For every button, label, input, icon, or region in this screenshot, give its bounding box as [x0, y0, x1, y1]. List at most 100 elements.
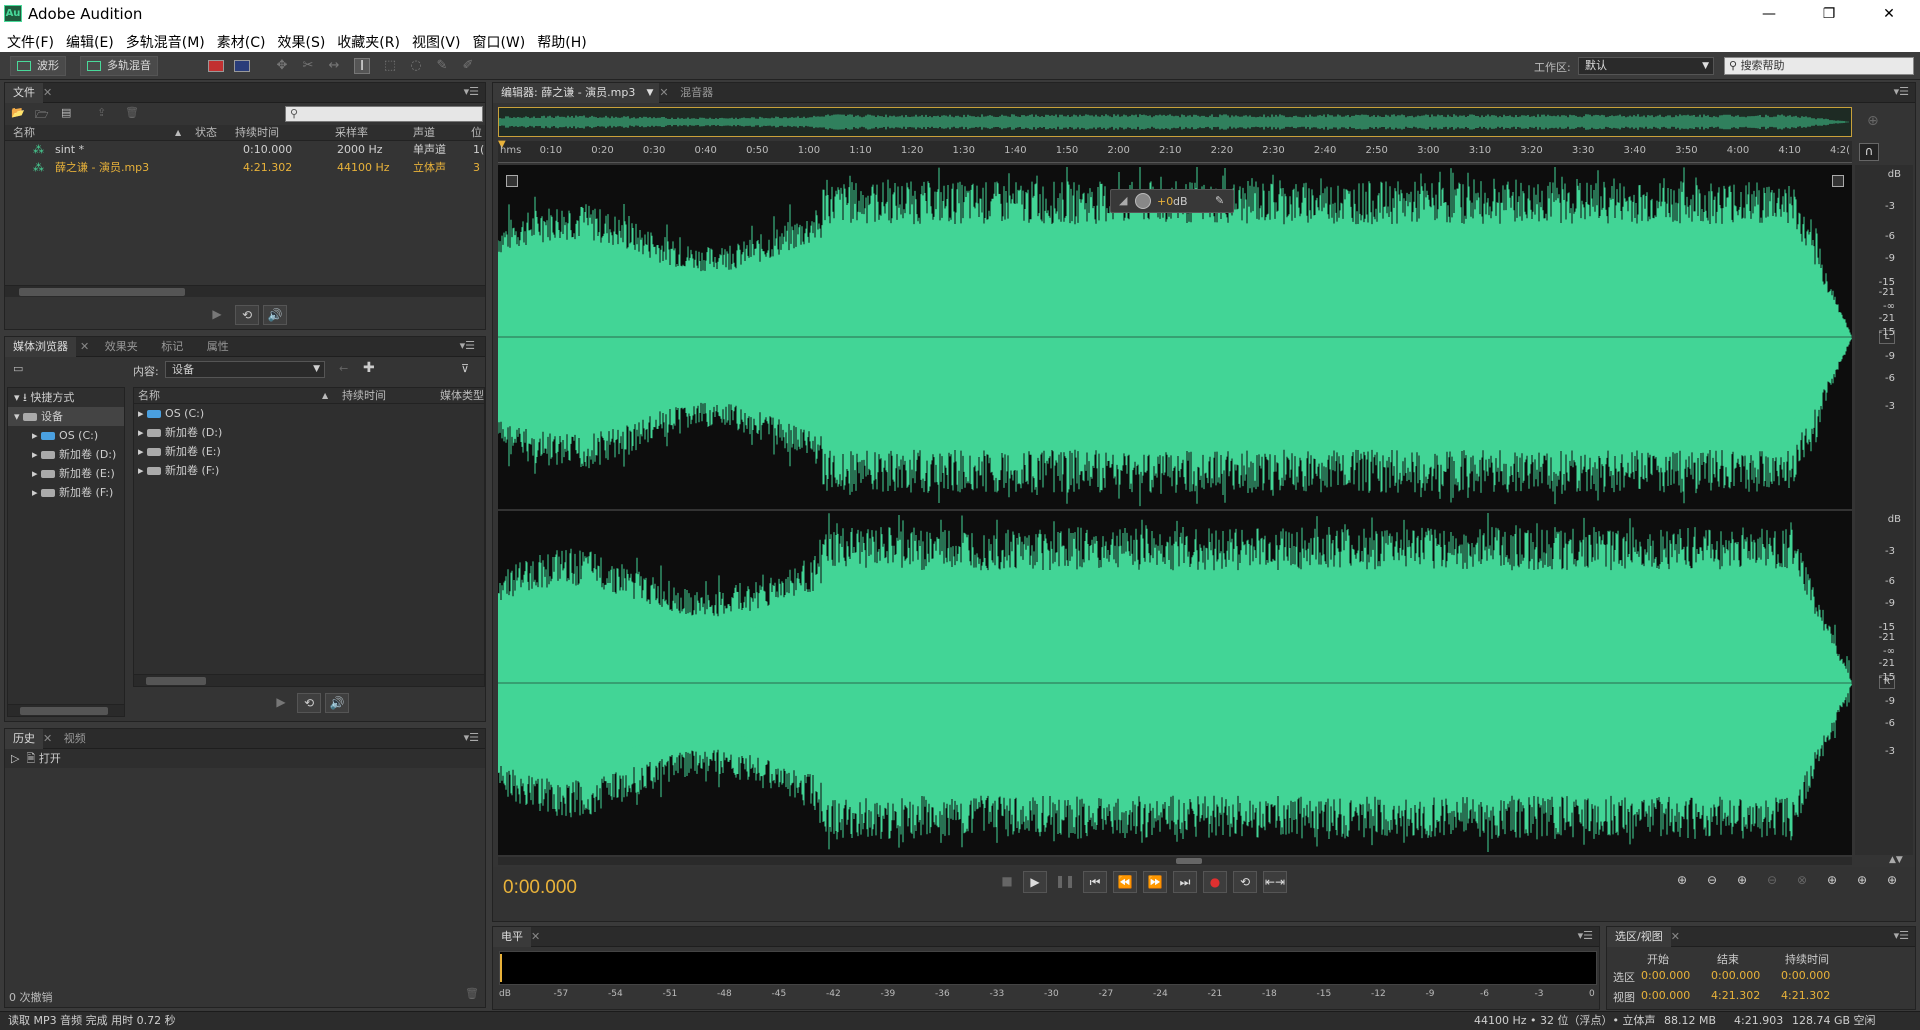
tab-selection-view[interactable]: 选区/视图	[1607, 927, 1671, 947]
menu-favorites[interactable]: 收藏夹(R)	[330, 28, 405, 52]
time-selection-tool-icon[interactable]: I	[354, 58, 370, 74]
import-file-icon[interactable]: 🗁	[35, 106, 49, 125]
minimize-button[interactable]: —	[1746, 0, 1792, 28]
tab-history[interactable]: 历史	[5, 729, 43, 749]
file-row[interactable]: ⁂ 薛之谦 - 演员.mp3 4:21.302 44100 Hz 立体声 3	[5, 159, 485, 177]
hud-gain[interactable]: ◢ +0 dB ✎	[1110, 189, 1234, 213]
menu-file[interactable]: 文件(F)	[0, 28, 59, 52]
stop-icon[interactable]: ■	[995, 871, 1019, 893]
selection-duration[interactable]: 0:00.000	[1781, 969, 1830, 982]
media-scrollbar[interactable]	[134, 674, 484, 686]
auto-play-icon[interactable]: 🔊	[325, 693, 349, 713]
vertical-zoom-icon[interactable]: ▲▼	[1889, 855, 1903, 865]
insert-icon[interactable]: ⇪	[97, 106, 106, 119]
razor-tool-icon[interactable]: ✂	[300, 58, 316, 74]
menu-multitrack[interactable]: 多轨混音(M)	[119, 28, 210, 52]
panel-menu-icon[interactable]: ▾☰	[1894, 929, 1909, 942]
col-duration[interactable]: 持续时间	[235, 125, 279, 141]
col-sample-rate[interactable]: 采样率	[335, 125, 368, 141]
tab-mixer[interactable]: 混音器	[672, 83, 721, 103]
new-file-icon[interactable]: ▤	[61, 106, 71, 119]
play-icon[interactable]: ▶	[1023, 871, 1047, 893]
tab-effects-rack[interactable]: 效果夹	[97, 337, 146, 357]
skip-start-icon[interactable]: ⏮	[1083, 871, 1107, 893]
zoom-nav-icon[interactable]: ⊕	[1867, 113, 1879, 129]
zoom-in-amplitude-icon[interactable]: ⊕	[1677, 873, 1687, 887]
move-tool-icon[interactable]: ✥	[274, 58, 290, 74]
auto-play-icon[interactable]: 🔊	[263, 305, 287, 325]
time-ruler[interactable]: ▼ hms 0:10 0:20 0:30 0:40 0:50 1:00 1:10 1:20 1:3…	[498, 139, 1852, 163]
files-scrollbar[interactable]	[5, 285, 485, 297]
workspace-select[interactable]: 默认 ▼	[1578, 57, 1714, 75]
lasso-tool-icon[interactable]: ◌	[408, 58, 424, 74]
drive-icon[interactable]: ▭	[13, 362, 23, 375]
menu-edit[interactable]: 编辑(E)	[59, 28, 119, 52]
panel-menu-icon[interactable]: ▾☰	[1894, 85, 1909, 98]
zoom-selection-icon[interactable]: ⊕	[1827, 873, 1837, 887]
channel-toggle-icon[interactable]	[506, 175, 518, 187]
col-bits[interactable]: 位	[471, 125, 485, 141]
panel-menu-icon[interactable]: ▾☰	[464, 731, 479, 744]
play-preview-icon[interactable]: ▶	[205, 305, 229, 325]
zoom-full-icon[interactable]: ⊗	[1797, 873, 1807, 887]
content-select[interactable]: 设备 ▼	[165, 361, 325, 378]
menu-help[interactable]: 帮助(H)	[530, 28, 591, 52]
panel-menu-icon[interactable]: ▾☰	[460, 339, 475, 352]
col-status[interactable]: 状态	[195, 125, 217, 141]
pitch-display-icon[interactable]	[234, 60, 250, 72]
loop-preview-icon[interactable]: ⟲	[297, 693, 321, 713]
menu-effects[interactable]: 效果(S)	[270, 28, 330, 52]
selection-end[interactable]: 0:00.000	[1711, 969, 1760, 982]
gain-knob-icon[interactable]	[1135, 193, 1151, 209]
trash-icon[interactable]: 🗑	[125, 106, 139, 119]
slip-tool-icon[interactable]: ↔	[326, 58, 342, 74]
zoom-out-amplitude-icon[interactable]: ⊖	[1707, 873, 1717, 887]
pin-icon[interactable]: ✎	[1215, 194, 1224, 207]
menu-window[interactable]: 窗口(W)	[465, 28, 530, 52]
files-search-input[interactable]: ⚲	[285, 106, 483, 122]
menu-clip[interactable]: 素材(C)	[210, 28, 271, 52]
file-row[interactable]: ⁂ sint * 0:10.000 2000 Hz 单声道 1(	[5, 141, 485, 159]
zoom-right-icon[interactable]: ⊕	[1887, 873, 1897, 887]
tab-media-browser[interactable]: 媒体浏览器	[5, 337, 76, 357]
scroll-thumb[interactable]	[20, 707, 108, 715]
scroll-thumb[interactable]	[146, 677, 206, 685]
tree-item-devices[interactable]: ▾ 设备	[8, 407, 124, 426]
loop-preview-icon[interactable]: ⟲	[235, 305, 259, 325]
pause-icon[interactable]: ❚❚	[1053, 871, 1077, 893]
close-button[interactable]: ✕	[1866, 0, 1912, 28]
tree-scrollbar[interactable]	[8, 704, 124, 716]
tab-levels[interactable]: 电平	[493, 927, 531, 947]
tree-item-shortcuts[interactable]: ▾ ⭳ 快捷方式	[8, 388, 124, 407]
tab-editor[interactable]: 编辑器: 薛之谦 - 演员.mp3 ▼	[493, 83, 660, 103]
loop-icon[interactable]: ⟲	[1233, 871, 1257, 893]
menu-view[interactable]: 视图(V)	[405, 28, 466, 52]
tab-markers[interactable]: 标记	[153, 337, 191, 357]
selection-start[interactable]: 0:00.000	[1641, 969, 1690, 982]
help-search-input[interactable]: ⚲ 搜索帮助	[1724, 57, 1914, 75]
tab-properties[interactable]: 属性	[199, 337, 237, 357]
healing-tool-icon[interactable]: ✐	[460, 58, 476, 74]
spectral-display-icon[interactable]	[208, 60, 224, 72]
scroll-thumb[interactable]	[19, 288, 185, 296]
zoom-in-time-icon[interactable]: ⊕	[1737, 873, 1747, 887]
view-start[interactable]: 0:00.000	[1641, 989, 1690, 1002]
zoom-out-time-icon[interactable]: ⊖	[1767, 873, 1777, 887]
waveform-view-button[interactable]: 波形	[10, 56, 66, 76]
editor-scrollbar[interactable]	[498, 857, 1852, 865]
open-file-icon[interactable]: 📂	[11, 106, 25, 119]
tree-item-drive-f[interactable]: ▸ 新加卷 (F:)	[8, 483, 124, 502]
tab-files[interactable]: 文件	[5, 83, 43, 103]
tree-item-drive-d[interactable]: ▸ 新加卷 (D:)	[8, 445, 124, 464]
media-row-drive[interactable]: ▸ 新加卷 (F:)	[134, 461, 484, 480]
skip-selection-icon[interactable]: ⇤⇥	[1263, 871, 1287, 893]
back-arrow-icon[interactable]: ←	[339, 362, 348, 375]
rewind-icon[interactable]: ⏪	[1113, 871, 1137, 893]
add-shortcut-icon[interactable]: ✚	[363, 360, 375, 376]
col-name[interactable]: 名称	[138, 388, 160, 404]
col-duration[interactable]: 持续时间	[342, 388, 386, 404]
media-row-drive[interactable]: ▸ 新加卷 (E:)	[134, 442, 484, 461]
history-item[interactable]: ▷ 🗎 打开	[5, 749, 485, 768]
panel-menu-icon[interactable]: ▾☰	[1578, 929, 1593, 942]
tree-item-drive-e[interactable]: ▸ 新加卷 (E:)	[8, 464, 124, 483]
